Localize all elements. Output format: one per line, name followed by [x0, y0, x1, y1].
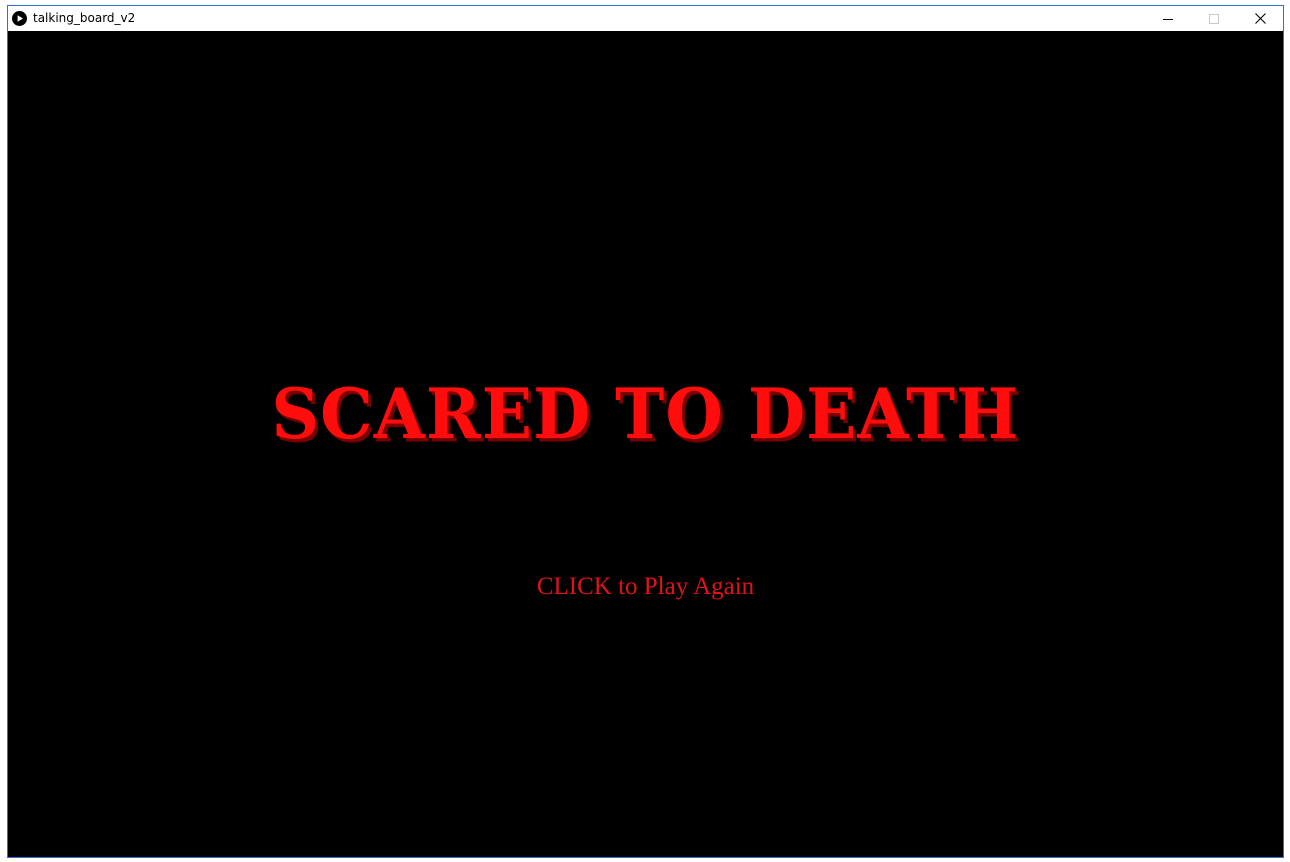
play-again-prompt[interactable]: CLICK to Play Again — [8, 572, 1283, 602]
game-canvas[interactable]: SCARED TO DEATH CLICK to Play Again — [8, 31, 1283, 857]
close-icon — [1254, 9, 1266, 28]
app-window: talking_board_v2 SCARED TO DEATH CLICK t… — [7, 5, 1284, 858]
minimize-icon — [1163, 9, 1173, 28]
game-over-title: SCARED TO DEATH — [271, 373, 1020, 455]
minimize-button[interactable] — [1145, 6, 1191, 31]
title-bar[interactable]: talking_board_v2 — [8, 6, 1283, 31]
window-title: talking_board_v2 — [33, 11, 136, 25]
close-button[interactable] — [1237, 6, 1283, 31]
play-circle-icon — [12, 11, 27, 26]
maximize-button[interactable] — [1191, 6, 1237, 31]
maximize-icon — [1209, 9, 1219, 28]
